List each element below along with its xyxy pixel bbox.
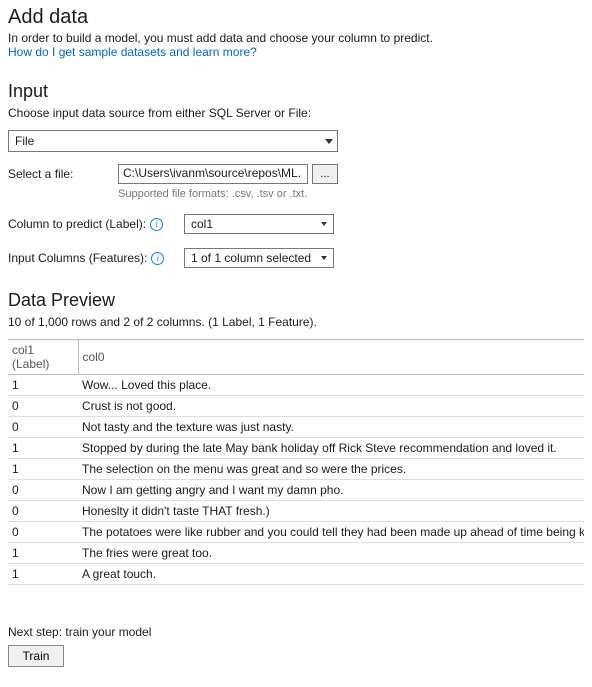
file-path-input[interactable]: C:\Users\ivanm\source\repos\ML.	[118, 164, 308, 184]
column-header-label: col1 (Label)	[8, 340, 78, 375]
label-column-value: col1	[191, 217, 213, 231]
table-row: 0Not tasty and the texture was just nast…	[8, 417, 584, 438]
table-row: 1The selection on the menu was great and…	[8, 459, 584, 480]
table-row: 1The fries were great too.	[8, 543, 584, 564]
preview-heading: Data Preview	[8, 290, 584, 311]
input-instruction: Choose input data source from either SQL…	[8, 106, 584, 120]
chevron-down-icon	[321, 222, 327, 226]
table-row: 0The potatoes were like rubber and you c…	[8, 522, 584, 543]
column-header-col0: col0	[78, 340, 584, 375]
page-description: In order to build a model, you must add …	[8, 31, 584, 45]
features-value: 1 of 1 column selected	[191, 251, 311, 265]
browse-button[interactable]: ...	[312, 164, 338, 184]
features-select[interactable]: 1 of 1 column selected	[184, 248, 334, 268]
table-row: 1Stopped by during the late May bank hol…	[8, 438, 584, 459]
table-row: 1A great touch.	[8, 564, 584, 585]
file-format-hint: Supported file formats: .csv, .tsv or .t…	[118, 188, 584, 200]
table-row: 0Now I am getting angry and I want my da…	[8, 480, 584, 501]
data-source-select[interactable]: File	[8, 130, 338, 152]
help-link[interactable]: How do I get sample datasets and learn m…	[8, 45, 257, 59]
chevron-down-icon	[325, 139, 333, 144]
label-column-label: Column to predict (Label):	[8, 217, 146, 231]
next-step-label: Next step: train your model	[8, 625, 584, 639]
table-row: 0Honeslty it didn't taste THAT fresh.)	[8, 501, 584, 522]
chevron-down-icon	[321, 256, 327, 260]
table-row: 0Crust is not good.	[8, 396, 584, 417]
info-icon[interactable]: i	[150, 218, 163, 231]
info-icon[interactable]: i	[151, 252, 164, 265]
input-heading: Input	[8, 81, 584, 102]
data-source-value: File	[15, 134, 34, 148]
file-label: Select a file:	[8, 167, 118, 181]
label-column-select[interactable]: col1	[184, 214, 334, 234]
page-title: Add data	[8, 6, 584, 29]
train-button[interactable]: Train	[8, 645, 64, 667]
data-preview-table: col1 (Label) col0 1Wow... Loved this pla…	[8, 339, 584, 585]
table-row: 1Wow... Loved this place.	[8, 375, 584, 396]
preview-summary: 10 of 1,000 rows and 2 of 2 columns. (1 …	[8, 315, 584, 329]
features-label: Input Columns (Features):	[8, 251, 147, 265]
